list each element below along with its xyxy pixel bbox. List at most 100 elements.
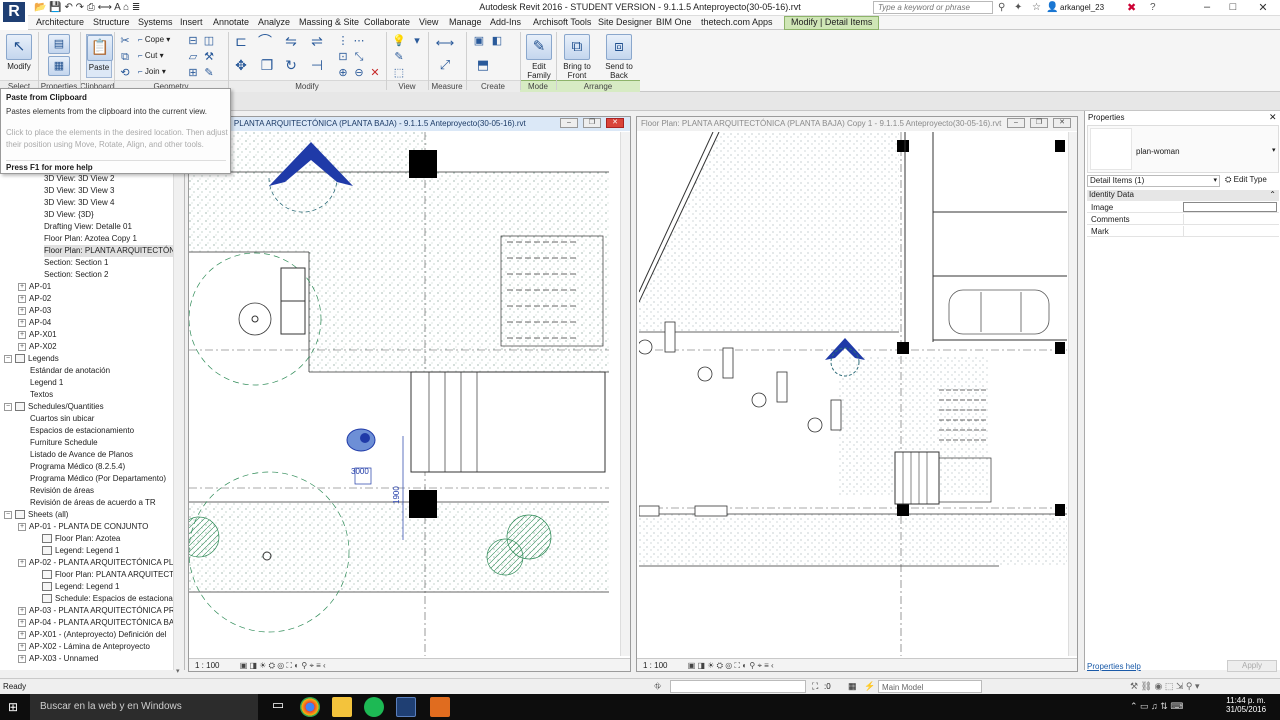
split-face-icon[interactable]: ◫ — [202, 34, 216, 48]
application-menu-button[interactable]: R — [0, 0, 28, 30]
tab-thetech-com-apps[interactable]: thetech.com Apps — [701, 17, 773, 27]
trim-icon[interactable]: ⊣ — [310, 58, 324, 72]
browser-item[interactable]: Listado de Avance de Planos — [30, 449, 173, 461]
browser-item[interactable]: Textos — [30, 389, 173, 401]
paint-icon[interactable]: ▱ — [186, 50, 200, 64]
copy-icon[interactable]: ⧉ — [118, 50, 132, 64]
browser-item[interactable]: Floor Plan: PLANTA ARQUITECTÓNICA — [44, 245, 173, 257]
aligned-dimension-icon[interactable]: ⤢ — [434, 58, 456, 72]
task-view-icon[interactable]: ▭ — [268, 697, 288, 717]
browser-item[interactable]: +AP-04 - PLANTA ARQUITECTÓNICA BAÑOS — [18, 617, 173, 629]
browser-item[interactable]: 3D View: 3D View 3 — [44, 185, 173, 197]
right-view-window[interactable]: Floor Plan: PLANTA ARQUITECTÓNICA (PLANT… — [636, 116, 1078, 672]
browser-item[interactable]: 3D View: 3D View 4 — [44, 197, 173, 209]
browser-item[interactable]: + AP-X01 - (Anteproyecto) Definición del — [18, 629, 173, 641]
browser-item[interactable]: 3D View: {3D} — [44, 209, 173, 221]
browser-item[interactable]: Legend: Legend 1 — [42, 581, 173, 593]
scale-icon[interactable]: ⤡ — [352, 50, 366, 64]
tab-annotate[interactable]: Annotate — [213, 17, 249, 27]
selection-filter-icons[interactable]: ⚒ ⛓ ◉ ⬚ ⇲ ⚲ ▾ — [1130, 681, 1200, 692]
print-icon[interactable]: ⎙ — [87, 2, 95, 13]
user-icon[interactable]: 👤 — [1046, 2, 1058, 13]
clock[interactable]: 11:44 p. m. 31/05/2016 — [1226, 696, 1266, 714]
left-view-window[interactable]: Floor Plan: PLANTA ARQUITECTÓNICA (PLANT… — [188, 116, 631, 672]
create-parts-icon[interactable]: ◧ — [490, 34, 504, 48]
properties-button[interactable]: ▤ ▦ — [46, 34, 72, 78]
expand-icon[interactable]: + — [18, 558, 26, 567]
tab-architecture[interactable]: Architecture — [36, 17, 84, 27]
measure-between-icon[interactable]: ⟷ — [434, 36, 456, 50]
expand-icon[interactable]: − — [4, 354, 12, 363]
tray-icons[interactable]: ⌃ ▭ ♫ ⇅ ⌨ — [1130, 701, 1183, 712]
browser-item[interactable]: + AP-X02 — [18, 341, 173, 353]
browser-item[interactable]: Legend: Legend 1 — [42, 545, 173, 557]
expand-icon[interactable]: + — [18, 654, 26, 663]
expand-icon[interactable]: + — [18, 342, 26, 351]
apply-button[interactable]: Apply — [1227, 660, 1277, 672]
property-row-comments[interactable]: Comments — [1087, 214, 1279, 225]
editable-icon[interactable]: ⛶ — [812, 681, 818, 692]
taskbar-search[interactable]: Buscar en la web y en Windows — [30, 694, 258, 720]
expand-icon[interactable]: + — [18, 330, 26, 339]
pin-icon[interactable]: ⊕ — [336, 66, 350, 80]
help-icon[interactable]: ? — [1150, 2, 1156, 13]
browser-scrollbar[interactable]: ▾ — [173, 111, 184, 675]
property-row-mark[interactable]: Mark — [1087, 226, 1279, 237]
move-icon[interactable]: ✥ — [234, 58, 248, 72]
username[interactable]: arkangel_23 — [1060, 3, 1104, 12]
browser-item[interactable]: + AP-01 — [18, 281, 173, 293]
browser-item[interactable]: Cuartos sin ubicar — [30, 413, 173, 425]
design-option-dropdown[interactable]: Main Model — [878, 680, 982, 693]
modify-button[interactable]: ↖ Modify — [4, 34, 34, 71]
paste-button[interactable]: 📋 Paste — [86, 34, 113, 78]
demolish-icon[interactable]: ⚒ — [202, 50, 216, 64]
left-view-minimize-button[interactable]: – — [560, 118, 578, 128]
browser-item[interactable]: + AP-04 — [18, 317, 173, 329]
tab-bim-one[interactable]: BIM One — [656, 17, 692, 27]
browser-item[interactable]: Floor Plan: PLANTA ARQUITECTÓNICA — [42, 569, 173, 581]
browser-item[interactable]: Furniture Schedule — [30, 437, 173, 449]
image-value-field[interactable] — [1183, 202, 1277, 212]
join-button[interactable]: ⌐ Join ▾ — [138, 67, 166, 76]
browser-item[interactable]: + AP-03 — [18, 305, 173, 317]
send-to-back-button[interactable]: ⧈ Send to Back — [602, 34, 636, 80]
delete-icon[interactable]: ✕ — [368, 66, 382, 80]
expand-icon[interactable]: + — [18, 606, 26, 615]
worksharing-icon[interactable]: ⛗ — [654, 681, 661, 692]
tab-structure[interactable]: Structure — [93, 17, 130, 27]
subscription-icon[interactable]: ✦ — [1014, 2, 1022, 13]
split-gap-icon[interactable]: ⋯ — [352, 34, 366, 48]
tab-manage[interactable]: Manage — [449, 17, 482, 27]
copy-element-icon[interactable]: ❐ — [260, 58, 274, 72]
undo-icon[interactable]: ↶ — [64, 2, 72, 13]
tab-archisoft-tools[interactable]: Archisoft Tools — [533, 17, 591, 27]
spotify-icon[interactable] — [364, 697, 384, 717]
browser-item[interactable]: 3D View: 3D View 2 — [44, 173, 173, 185]
expand-icon[interactable]: + — [18, 294, 26, 303]
tab-analyze[interactable]: Analyze — [258, 17, 290, 27]
exchange-icon[interactable]: ✖ — [1127, 1, 1136, 14]
view-control-icons[interactable]: ▣ ◨ ☀ ⛭ ◎ ⛶ ◐ ⚲ ⌖ ≡ ‹ — [240, 661, 326, 670]
expand-icon[interactable]: + — [18, 522, 26, 531]
tab-view[interactable]: View — [419, 17, 438, 27]
cut-geometry-button[interactable]: ⌐ Cut ▾ — [138, 51, 164, 60]
cut-icon[interactable]: ✂ — [118, 34, 132, 48]
view-control-icons[interactable]: ▣ ◨ ☀ ⛭ ◎ ⛶ ◐ ⚲ ⌖ ≡ ‹ — [688, 661, 774, 670]
search-input[interactable]: Type a keyword or phrase — [873, 1, 993, 14]
thin-lines-icon[interactable]: ≣ — [132, 2, 140, 13]
edit-family-button[interactable]: ✎ Edit Family — [524, 34, 554, 80]
dimension-1900[interactable]: 1900 — [392, 486, 401, 504]
cope-button[interactable]: ⌐ Cope ▾ — [138, 35, 170, 44]
instance-filter[interactable]: Detail Items (1) ▾ — [1087, 175, 1220, 187]
properties-help-link[interactable]: Properties help — [1087, 662, 1141, 671]
3d-view-icon[interactable]: ⌂ — [123, 2, 129, 13]
revit-taskbar-icon[interactable] — [396, 697, 416, 717]
match-properties-icon[interactable]: ⟲ — [118, 66, 132, 80]
browser-item[interactable]: − Sheets (all) — [4, 509, 173, 521]
expand-icon[interactable]: − — [4, 510, 12, 519]
app-taskbar-icon[interactable] — [430, 697, 450, 717]
tab-site-designer[interactable]: Site Designer — [598, 17, 652, 27]
design-options-icon[interactable]: ▦ — [848, 681, 857, 692]
right-view-vscroll[interactable] — [1068, 132, 1077, 656]
dimension-3000[interactable]: 3000 — [351, 467, 369, 476]
